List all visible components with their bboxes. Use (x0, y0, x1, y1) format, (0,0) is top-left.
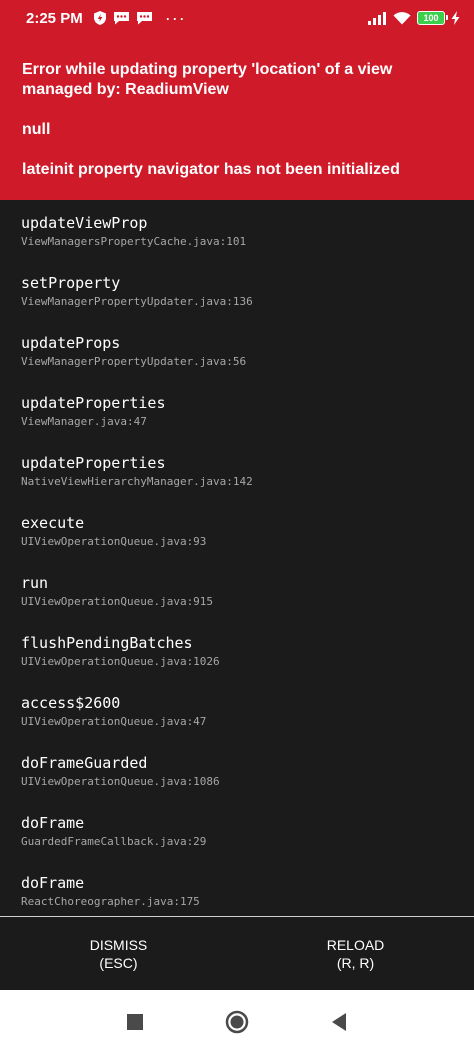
shield-icon (93, 11, 106, 25)
frame-file: GuardedFrameCallback.java:29 (21, 835, 207, 848)
redbox-screen: 2:25 PM ··· 100 Error while updating pro… (0, 0, 474, 1053)
frame-method: flushPendingBatches (21, 634, 193, 652)
reload-button[interactable]: RELOAD (R, R) (237, 917, 474, 990)
frame-file: ViewManagersPropertyCache.java:101 (21, 235, 247, 248)
frame-method: doFrame (21, 874, 85, 892)
frame-file: UIViewOperationQueue.java:1086 (21, 775, 220, 788)
frame-method: execute (21, 514, 85, 532)
stack-frame[interactable]: flushPendingBatches UIViewOperationQueue… (0, 632, 474, 692)
chat-icon (136, 12, 152, 25)
chat-icon (113, 12, 129, 25)
stack-frame[interactable]: updateProperties ViewManager.java:47 (0, 392, 474, 452)
system-icons: 100 (367, 11, 460, 25)
status-bar: 2:25 PM ··· 100 (0, 0, 474, 36)
stack-frame[interactable]: updateProps ViewManagerPropertyUpdater.j… (0, 332, 474, 392)
frame-file: NativeViewHierarchyManager.java:142 (21, 475, 253, 488)
frame-method: updateProperties (21, 394, 166, 412)
stack-frame[interactable]: doFrame ReactChoreographer.java:175 (0, 872, 474, 916)
dismiss-shortcut: (ESC) (99, 954, 138, 971)
frame-file: UIViewOperationQueue.java:1026 (21, 655, 220, 668)
system-nav-bar (0, 990, 474, 1053)
frame-file: ReactChoreographer.java:175 (21, 895, 200, 908)
reload-shortcut: (R, R) (336, 954, 375, 971)
status-time: 2:25 PM (26, 9, 83, 27)
dismiss-button[interactable]: DISMISS (ESC) (0, 917, 237, 990)
error-detail-null: null (22, 121, 51, 138)
frame-method: updateProperties (21, 454, 166, 472)
redbox-actions: DISMISS (ESC) RELOAD (R, R) (0, 916, 474, 990)
error-title: Error while updating property 'location'… (22, 61, 393, 98)
frame-file: UIViewOperationQueue.java:93 (21, 535, 207, 548)
stack-trace-list[interactable]: updateViewProp ViewManagersPropertyCache… (0, 200, 474, 916)
signal-icon (368, 12, 386, 25)
wifi-icon (393, 12, 411, 25)
frame-method: updateViewProp (21, 214, 148, 232)
frame-file: UIViewOperationQueue.java:47 (21, 715, 207, 728)
stack-frame[interactable]: execute UIViewOperationQueue.java:93 (0, 512, 474, 572)
frame-method: doFrameGuarded (21, 754, 148, 772)
back-triangle-icon (332, 1012, 346, 1031)
stack-frame[interactable]: access$2600 UIViewOperationQueue.java:47 (0, 692, 474, 752)
frame-file: ViewManager.java:47 (21, 415, 147, 428)
more-icon: ··· (164, 8, 186, 28)
error-detail-message: lateinit property navigator has not been… (22, 161, 400, 178)
frame-method: access$2600 (21, 694, 121, 712)
reload-label: RELOAD (326, 936, 385, 953)
recents-button[interactable] (122, 1009, 148, 1035)
back-button[interactable] (326, 1009, 352, 1035)
frame-method: setProperty (21, 274, 121, 292)
home-button[interactable] (224, 1009, 250, 1035)
dismiss-label: DISMISS (89, 936, 148, 953)
frame-file: UIViewOperationQueue.java:915 (21, 595, 214, 608)
charging-icon (451, 11, 460, 25)
battery-level: 100 (423, 13, 439, 23)
home-circle-icon (225, 1010, 249, 1033)
error-header: Error while updating property 'location'… (0, 36, 474, 200)
recents-square-icon (127, 1013, 143, 1030)
stack-frame[interactable]: setProperty ViewManagerPropertyUpdater.j… (0, 272, 474, 332)
stack-frame[interactable]: run UIViewOperationQueue.java:915 (0, 572, 474, 632)
frame-method: run (21, 574, 49, 592)
stack-frame[interactable]: updateViewProp ViewManagersPropertyCache… (0, 212, 474, 272)
battery-icon: 100 (417, 11, 448, 25)
frame-file: ViewManagerPropertyUpdater.java:56 (21, 355, 247, 368)
stack-frame[interactable]: doFrameGuarded UIViewOperationQueue.java… (0, 752, 474, 812)
frame-method: doFrame (21, 814, 85, 832)
stack-frame[interactable]: updateProperties NativeViewHierarchyMana… (0, 452, 474, 512)
frame-method: updateProps (21, 334, 121, 352)
stack-frame[interactable]: doFrame GuardedFrameCallback.java:29 (0, 812, 474, 872)
frame-file: ViewManagerPropertyUpdater.java:136 (21, 295, 253, 308)
notification-icons: ··· (93, 8, 186, 28)
